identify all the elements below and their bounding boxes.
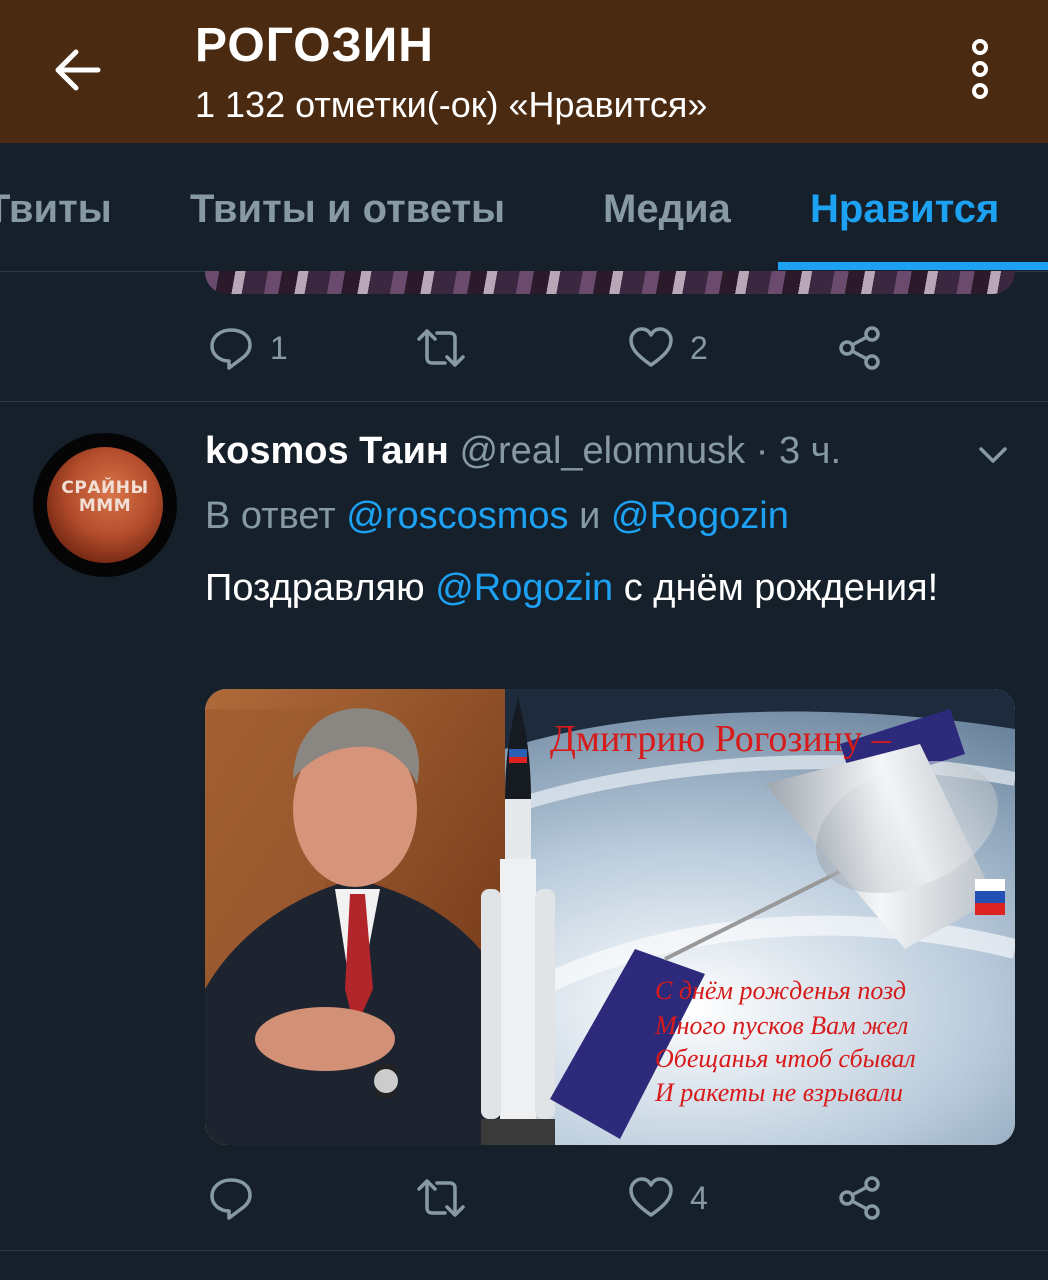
profile-tabs: Твиты Твиты и ответы Медиа Нравится [0, 143, 1048, 272]
tweet-divider [0, 1250, 1048, 1251]
share-button[interactable] [838, 318, 882, 378]
author-handle[interactable]: @real_elomnusk [459, 430, 745, 472]
heart-icon [629, 327, 673, 367]
like-count: 4 [690, 1179, 708, 1216]
reply-button[interactable]: 1 [208, 318, 288, 378]
avatar-label: СРАЙНЫ ММM [61, 478, 149, 516]
retweet-icon [417, 1179, 465, 1217]
image-poem-line-4: И ракеты не взрывали [654, 1078, 903, 1107]
reply-button[interactable] [208, 1168, 270, 1228]
meta-separator: · [755, 430, 769, 472]
chevron-down-icon[interactable] [975, 437, 1011, 473]
retweet-button[interactable] [415, 1168, 467, 1228]
tab-tweets[interactable]: Твиты [0, 187, 112, 232]
tweet-text: Поздравляю @Rogozin с днём рождения! [205, 560, 965, 617]
retweet-icon [417, 329, 465, 367]
tab-likes[interactable]: Нравится [810, 187, 999, 232]
replying-to: В ответ @roscosmos и @Rogozin [205, 495, 789, 538]
page-title: РОГОЗИН [195, 19, 434, 72]
mention-link-rogozin[interactable]: @Rogozin [611, 495, 789, 537]
like-count: 2 [690, 329, 708, 366]
more-vertical-icon[interactable] [960, 38, 1000, 100]
tweet-divider [0, 401, 1048, 402]
image-poem-line-3: Обещанья чтоб сбывал [655, 1044, 916, 1073]
avatar[interactable]: СРАЙНЫ ММM [33, 433, 177, 577]
top-bar: РОГОЗИН 1 132 отметки(-ок) «Нравится» [0, 0, 1048, 143]
author-name[interactable]: kosmos Таин [205, 430, 449, 472]
tweet-time: 3 ч. [778, 430, 841, 472]
tweet-text-end: с днём рождения! [623, 567, 939, 609]
tab-media[interactable]: Медиа [603, 187, 731, 232]
share-button[interactable] [838, 1168, 882, 1228]
image-poem-line-2: Много пусков Вам жел [654, 1011, 908, 1040]
reply-count: 1 [270, 329, 288, 366]
likes-count-subtitle: 1 132 отметки(-ок) «Нравится» [195, 84, 708, 125]
retweet-button[interactable] [415, 318, 467, 378]
mention-link-rogozin-body[interactable]: @Rogozin [435, 567, 613, 609]
previous-tweet-media[interactable] [205, 271, 1015, 294]
share-icon [839, 326, 880, 370]
image-title-text: Дмитрию Рогозину – [550, 718, 892, 760]
reply-and: и [579, 495, 601, 537]
active-tab-indicator [778, 262, 1048, 270]
tweet-text-start: Поздравляю [205, 567, 425, 609]
mention-link-roscosmos[interactable]: @roscosmos [346, 495, 568, 537]
reply-icon [210, 1178, 252, 1220]
heart-icon [629, 1177, 673, 1217]
reply-icon [210, 328, 252, 370]
image-poem-line-1: С днём рожденья позд [655, 976, 906, 1005]
arrow-left-icon[interactable] [48, 40, 108, 100]
tweet-header: kosmos Таин @real_elomnusk · 3 ч. [205, 430, 841, 473]
tweet-image[interactable]: Дмитрию Рогозину – С днём рожденья позд … [205, 689, 1015, 1145]
tab-tweets-and-replies[interactable]: Твиты и ответы [190, 187, 505, 232]
share-icon [839, 1176, 880, 1220]
like-button[interactable]: 4 [628, 1168, 708, 1228]
reply-prefix: В ответ [205, 495, 336, 537]
like-button[interactable]: 2 [628, 318, 708, 378]
